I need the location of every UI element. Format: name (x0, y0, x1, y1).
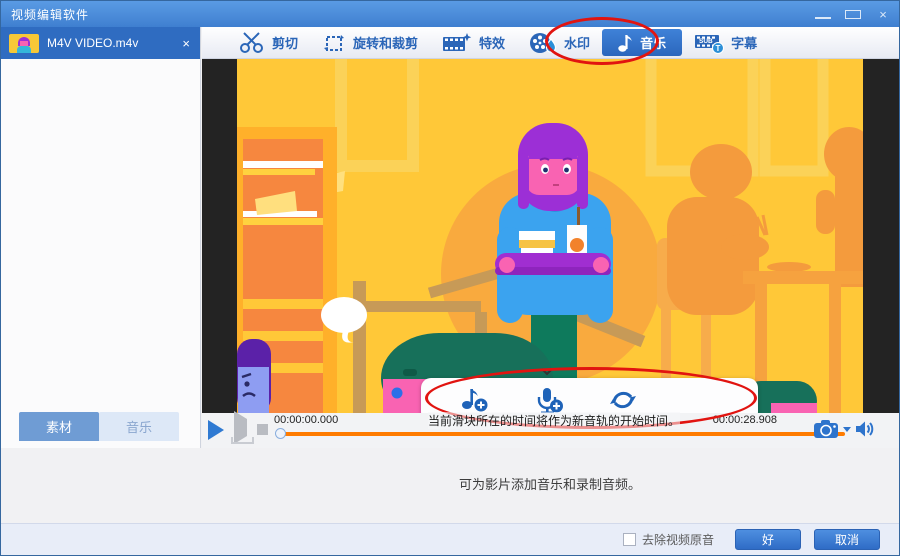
seek-bar[interactable] (277, 432, 845, 436)
minimize-icon (815, 17, 831, 19)
app-window: 视频编辑软件 × M4V VIDEO.m4v × 素材 音乐 (0, 0, 900, 556)
camera-dropdown-icon[interactable] (843, 427, 851, 432)
effects-filmstrip-icon (442, 32, 472, 54)
cancel-button[interactable]: 取消 (814, 529, 880, 550)
annotation-ellipse-music-tab (545, 17, 659, 65)
info-message: 可为影片添加音乐和录制音频。 (201, 474, 899, 493)
tab-music[interactable]: 音乐 (99, 412, 179, 441)
video-frame[interactable] (237, 59, 863, 413)
cartoon-frame-illustration (237, 59, 863, 413)
tab-material[interactable]: 素材 (19, 412, 99, 441)
svg-text:T: T (716, 44, 721, 53)
window-controls: × (815, 1, 891, 27)
seek-handle[interactable] (275, 428, 286, 439)
toolbar-label: 字幕 (731, 33, 757, 52)
subtitle-icon: SUB T (694, 31, 724, 55)
video-thumbnail (9, 34, 39, 53)
maximize-icon (845, 10, 861, 19)
titlebar: 视频编辑软件 × (1, 1, 899, 27)
volume-icon[interactable] (855, 420, 875, 438)
playback-buttons (208, 419, 268, 440)
remove-audio-checkbox[interactable] (623, 533, 636, 546)
toolbar-item-subtitle[interactable]: SUB T 字幕 (682, 28, 769, 58)
slider-tooltip: 当前滑块所在的时间将作为新音轨的开始时间。 (428, 412, 680, 429)
footer-bar: 去除视频原音 好 取消 (1, 523, 899, 555)
toolbar-label: 特效 (479, 33, 505, 52)
stop-icon[interactable] (257, 424, 268, 435)
toolbar-label: 旋转和裁剪 (353, 33, 418, 52)
current-time: 00:00:00.000 (274, 414, 338, 426)
toolbar-item-effects[interactable]: 特效 (430, 29, 517, 57)
rotate-crop-icon (322, 32, 346, 54)
play-selection-icon[interactable] (234, 419, 247, 440)
ok-button[interactable]: 好 (735, 529, 801, 550)
remove-audio-label: 去除视频原音 (642, 531, 714, 548)
remove-file-icon[interactable]: × (182, 36, 192, 51)
toolbar-item-cut[interactable]: 剪切 (226, 29, 310, 57)
toolbar-label: 剪切 (272, 33, 298, 52)
scissors-icon (238, 32, 265, 54)
snapshot-volume-group (813, 419, 875, 439)
file-name: M4V VIDEO.m4v (47, 36, 174, 50)
sidebar-tabs: 素材 音乐 (19, 412, 179, 441)
video-preview-area (202, 59, 899, 413)
remove-audio-option[interactable]: 去除视频原音 (623, 531, 714, 548)
toolbar-item-rotate-crop[interactable]: 旋转和裁剪 (310, 29, 430, 57)
media-list-item[interactable]: M4V VIDEO.m4v × (1, 27, 200, 59)
info-band: 可为影片添加音乐和录制音频。 (1, 448, 899, 523)
snapshot-camera-icon[interactable] (813, 419, 839, 439)
minimize-button[interactable] (815, 7, 831, 22)
window-title: 视频编辑软件 (1, 6, 89, 23)
maximize-button[interactable] (845, 7, 861, 22)
close-button[interactable]: × (875, 7, 891, 22)
play-icon[interactable] (208, 420, 224, 440)
svg-text:SUB: SUB (699, 38, 713, 45)
play-selection-glyph (234, 411, 247, 444)
sidebar: M4V VIDEO.m4v × 素材 音乐 (1, 27, 201, 448)
thumb-art (17, 46, 31, 53)
